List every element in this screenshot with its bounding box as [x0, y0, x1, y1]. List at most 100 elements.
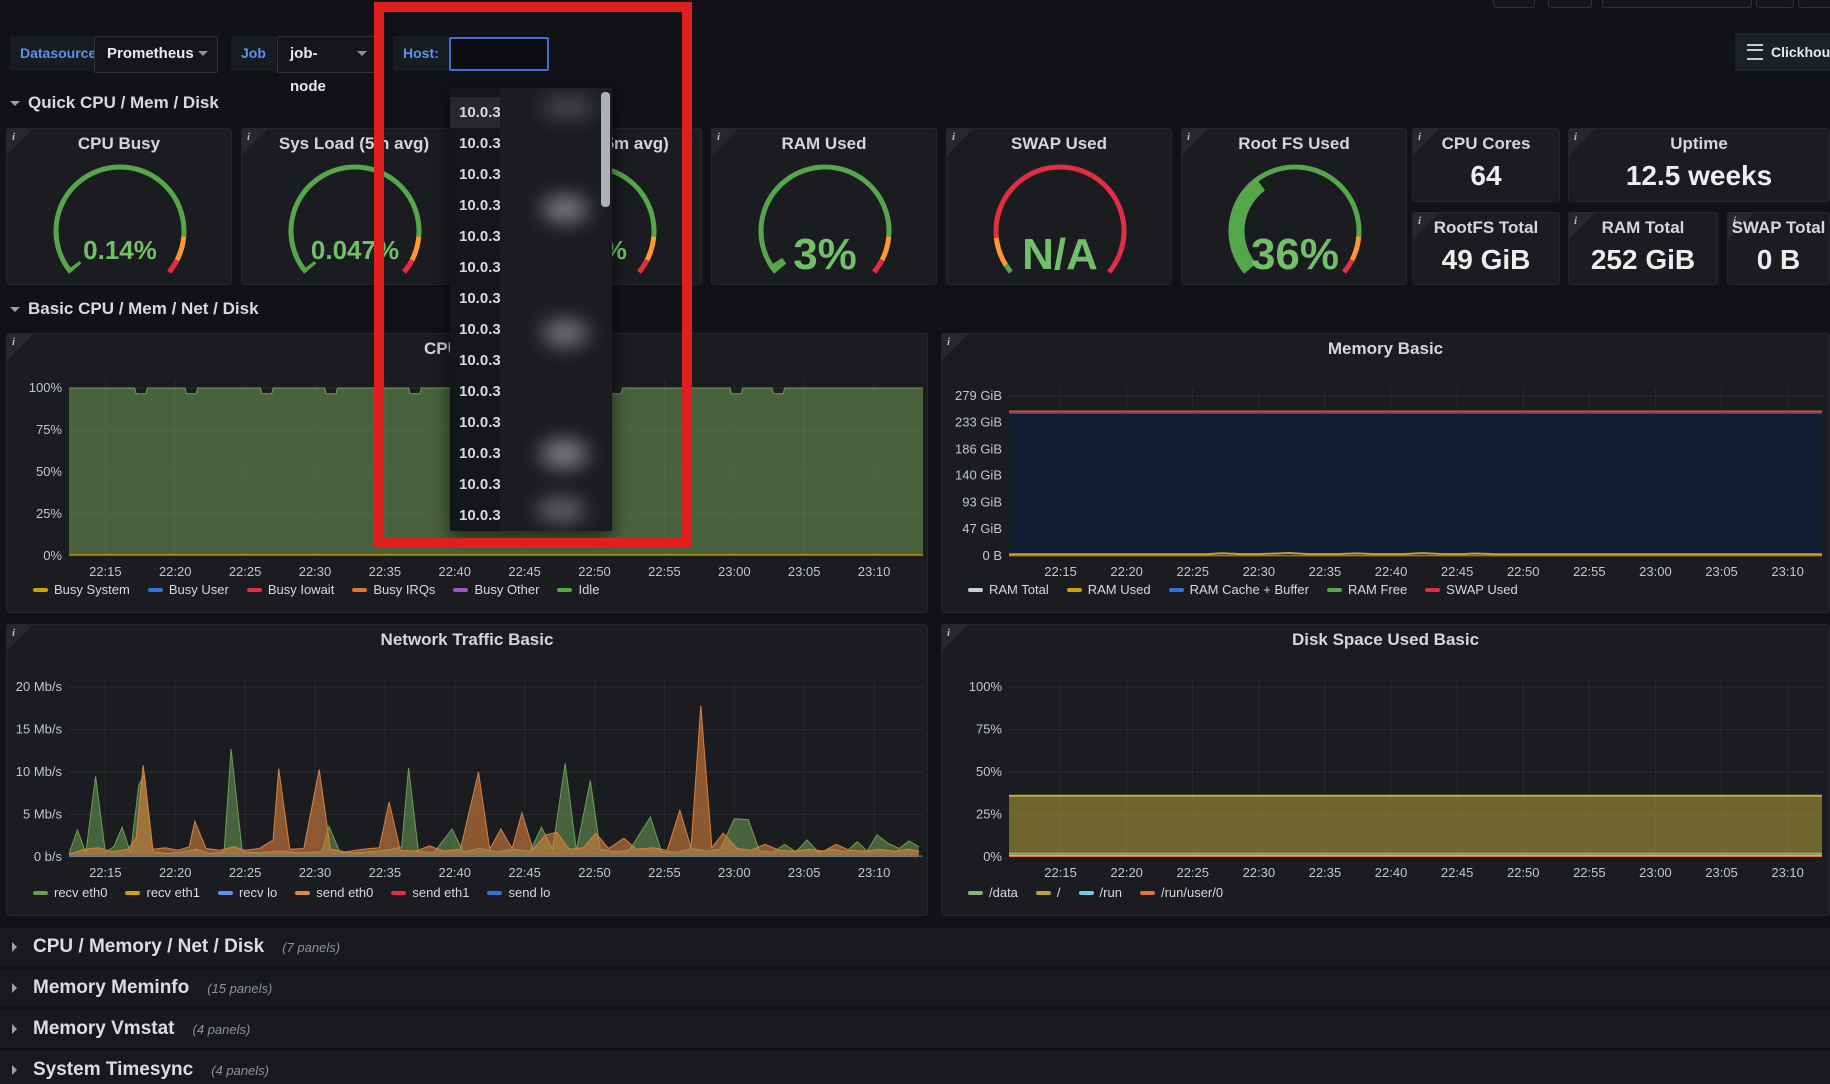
collapsed-row-memory-vmstat[interactable]: Memory Vmstat(4 panels): [0, 1010, 1830, 1048]
host-input[interactable]: [449, 37, 549, 71]
y-tick-label: 25%: [36, 506, 62, 521]
legend-item[interactable]: /: [1036, 885, 1061, 900]
x-tick-label: 22:50: [1507, 564, 1540, 579]
panel-title[interactable]: RAM Used: [712, 134, 936, 154]
panel-title[interactable]: RAM Total: [1569, 218, 1717, 238]
y-tick-label: 50%: [976, 764, 1002, 779]
legend-item[interactable]: /run: [1079, 885, 1122, 900]
legend-item[interactable]: send lo: [487, 885, 550, 900]
legend-item[interactable]: RAM Free: [1327, 582, 1407, 597]
x-tick-label: 22:20: [159, 865, 192, 880]
chevron-down-icon: [198, 51, 208, 56]
blur-blob: [536, 498, 586, 522]
legend-item[interactable]: Busy User: [148, 582, 229, 597]
y-tick-label: 100%: [969, 679, 1003, 694]
panel-title[interactable]: RootFS Total: [1413, 218, 1559, 238]
collapsed-row-memory-meminfo[interactable]: Memory Meminfo(15 panels): [0, 969, 1830, 1007]
clickhouse-button[interactable]: Clickhouse: [1735, 33, 1830, 71]
legend-label: recv lo: [239, 885, 277, 900]
x-tick-label: 22:15: [89, 865, 122, 880]
legend-color-dash: [968, 891, 983, 895]
stat-panel-cpu-cores: iCPU Cores64: [1412, 128, 1560, 202]
legend-item[interactable]: RAM Used: [1067, 582, 1151, 597]
legend-item[interactable]: Busy Iowait: [247, 582, 334, 597]
panel-title[interactable]: SWAP Used: [947, 134, 1171, 154]
legend-item[interactable]: Idle: [557, 582, 599, 597]
legend-item[interactable]: Busy System: [33, 582, 130, 597]
x-tick-label: 23:10: [1771, 865, 1804, 880]
x-tick-label: 22:45: [1441, 564, 1474, 579]
legend-label: recv eth1: [146, 885, 199, 900]
legend-item[interactable]: /data: [968, 885, 1018, 900]
chart-panel-network-traffic-basic: iNetwork Traffic Basic22:1522:2022:2522:…: [6, 624, 928, 916]
legend-label: send eth0: [316, 885, 373, 900]
panel-title[interactable]: Root FS Used: [1182, 134, 1406, 154]
legend-label: send lo: [508, 885, 550, 900]
dropdown-scrollbar-thumb[interactable]: [601, 92, 610, 207]
stat-panel-ram-total: iRAM Total252 GiB: [1568, 212, 1718, 285]
legend-item[interactable]: RAM Total: [968, 582, 1049, 597]
host-dropdown-list: 10.0.310.0.310.0.310.0.310.0.310.0.310.0…: [450, 88, 612, 531]
toolbar-cropped-button[interactable]: [1756, 0, 1794, 8]
datasource-select[interactable]: Prometheus: [94, 36, 218, 73]
toolbar-cropped-button[interactable]: [1602, 0, 1752, 8]
y-tick-label: 93 GiB: [962, 495, 1002, 510]
section-quick-cpu-mem-disk[interactable]: Quick CPU / Mem / Disk: [10, 93, 219, 113]
legend-item[interactable]: recv lo: [218, 885, 277, 900]
gauge-value: 3%: [793, 230, 857, 279]
panel-title[interactable]: SWAP Total: [1728, 218, 1829, 238]
section-title: Basic CPU / Mem / Net / Disk: [28, 299, 259, 319]
legend-item[interactable]: send eth1: [391, 885, 469, 900]
x-tick-label: 22:15: [89, 564, 122, 579]
section-basic-cpu-mem-net-disk[interactable]: Basic CPU / Mem / Net / Disk: [10, 299, 259, 319]
chart: 22:1522:2022:2522:3022:3522:4022:4522:50…: [942, 625, 1830, 917]
x-tick-label: 22:40: [1375, 564, 1408, 579]
legend-color-dash: [125, 891, 140, 895]
legend-item[interactable]: recv eth1: [125, 885, 199, 900]
job-select[interactable]: job-node: [277, 36, 377, 73]
legend-item[interactable]: SWAP Used: [1425, 582, 1518, 597]
legend-label: /run/user/0: [1161, 885, 1223, 900]
x-tick-label: 22:15: [1044, 564, 1077, 579]
collapsed-row-cpu-memory-net-disk[interactable]: CPU / Memory / Net / Disk(7 panels): [0, 928, 1830, 966]
legend-item[interactable]: Busy Other: [453, 582, 539, 597]
toolbar-cropped-button[interactable]: [1798, 0, 1830, 8]
toolbar-cropped-button[interactable]: [1493, 0, 1535, 8]
collapsed-row-system-timesync[interactable]: System Timesync(4 panels): [0, 1051, 1830, 1084]
legend-item[interactable]: Busy IRQs: [352, 582, 435, 597]
x-tick-label: 22:45: [508, 865, 541, 880]
y-tick-label: 5 Mb/s: [23, 807, 63, 822]
legend-label: Busy User: [169, 582, 229, 597]
y-tick-label: 0 b/s: [34, 849, 63, 864]
y-tick-label: 25%: [976, 807, 1002, 822]
y-tick-label: 75%: [36, 422, 62, 437]
host-label: Host:: [393, 36, 449, 71]
chart-panel-disk-space-used-basic: iDisk Space Used Basic22:1522:2022:2522:…: [941, 624, 1830, 916]
x-tick-label: 23:05: [1705, 564, 1738, 579]
datasource-value: Prometheus: [107, 45, 194, 62]
legend-label: /data: [989, 885, 1018, 900]
legend-item[interactable]: RAM Cache + Buffer: [1169, 582, 1309, 597]
row-title: Memory Meminfo: [33, 977, 189, 999]
legend-item[interactable]: /run/user/0: [1140, 885, 1223, 900]
legend-item[interactable]: recv eth0: [33, 885, 107, 900]
legend-color-dash: [1067, 588, 1082, 592]
legend-color-dash: [247, 588, 262, 592]
panel-title[interactable]: CPU Busy: [7, 134, 231, 154]
toolbar-cropped-button[interactable]: [1548, 0, 1592, 8]
legend-color-dash: [557, 588, 572, 592]
legend-color-dash: [33, 588, 48, 592]
stat-panel-rootfs-total: iRootFS Total49 GiB: [1412, 212, 1560, 285]
panel-title[interactable]: CPU Cores: [1413, 134, 1559, 154]
chevron-right-icon: [12, 1024, 17, 1034]
stat-value: 0 B: [1728, 244, 1829, 276]
gauge-panel-ram-used: iRAM Used3%: [711, 128, 937, 285]
panel-title[interactable]: Sys Load (5m avg): [242, 134, 466, 154]
gauge: N/A: [947, 155, 1173, 283]
panel-title[interactable]: Uptime: [1569, 134, 1829, 154]
legend-label: RAM Cache + Buffer: [1190, 582, 1309, 597]
legend-item[interactable]: send eth0: [295, 885, 373, 900]
row-panel-count: (7 panels): [282, 940, 340, 955]
gauge: 0.047%: [242, 155, 468, 283]
stat-value: 64: [1413, 160, 1559, 192]
